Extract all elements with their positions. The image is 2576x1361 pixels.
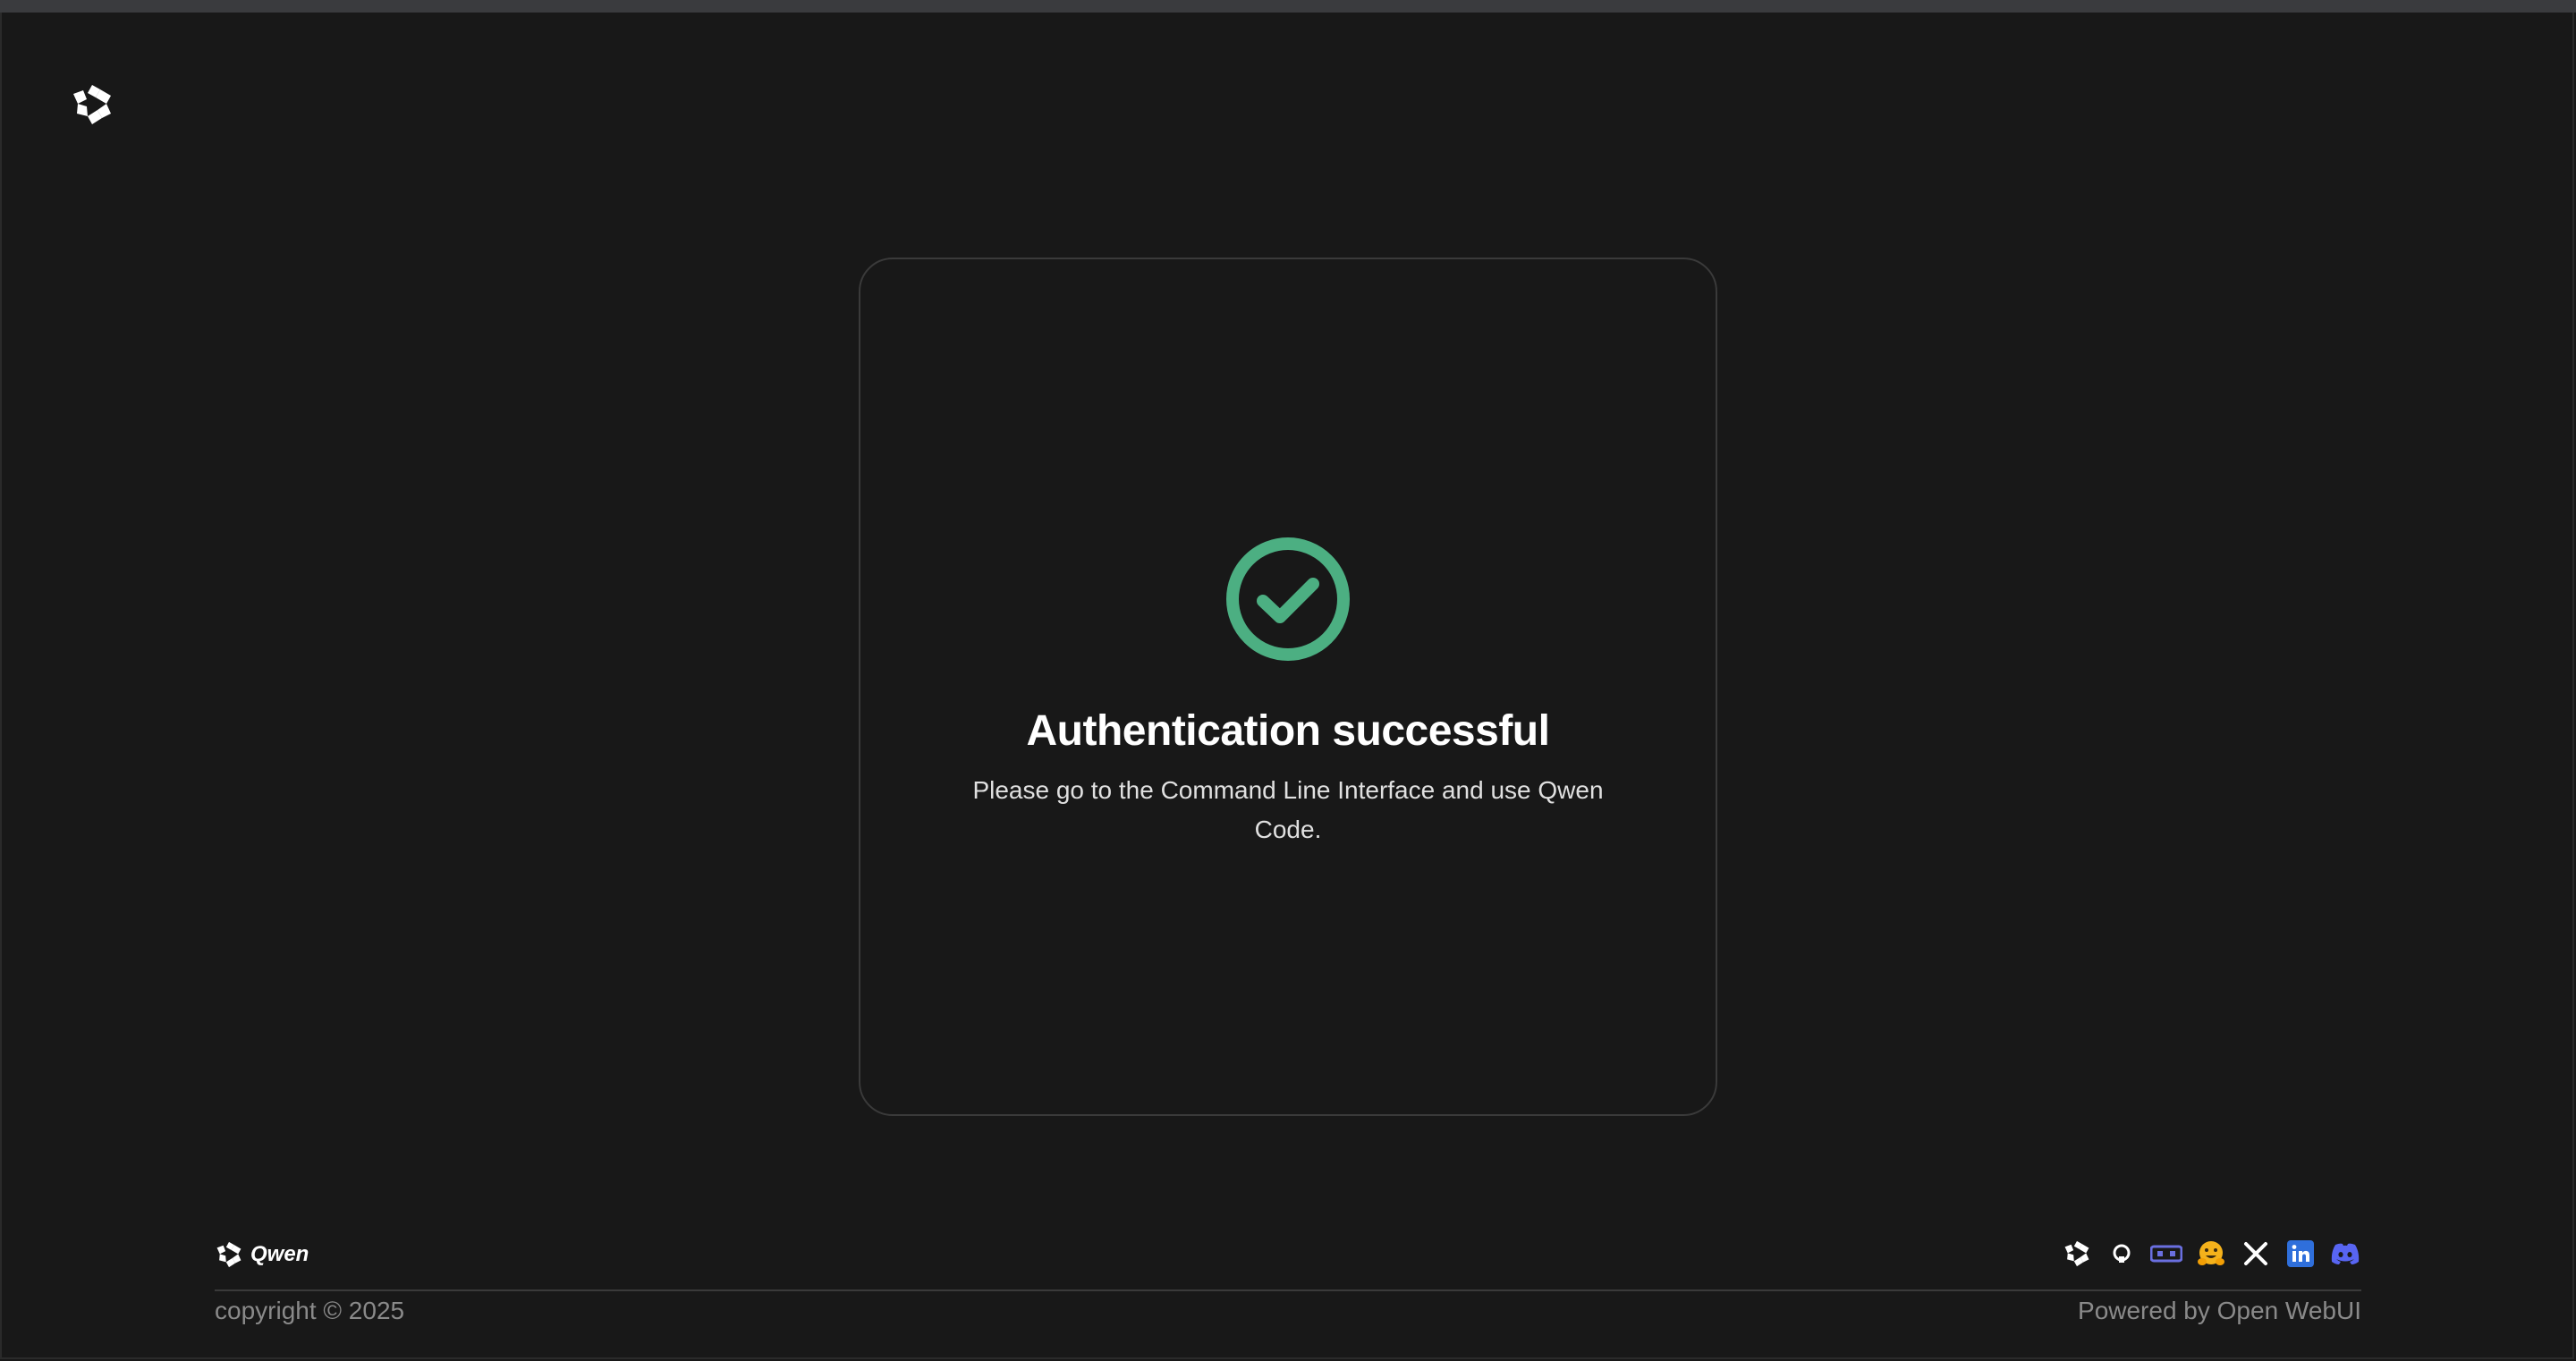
- social-links: [2061, 1238, 2361, 1270]
- footer-divider: [215, 1289, 2361, 1291]
- copyright-text: copyright © 2025: [215, 1297, 405, 1324]
- github-icon[interactable]: [2106, 1238, 2138, 1270]
- qwen-logo-icon: [216, 1241, 242, 1268]
- linkedin-icon[interactable]: [2284, 1238, 2317, 1270]
- powered-by-link[interactable]: Powered by Open WebUI: [2078, 1297, 2361, 1325]
- qwen-icon[interactable]: [2061, 1238, 2093, 1270]
- auth-title: Authentication successful: [1026, 707, 1550, 755]
- footer-brand[interactable]: Qwen: [215, 1239, 309, 1270]
- footer-brand-text: Qwen: [250, 1242, 309, 1266]
- auth-message: Please go to the Command Line Interface …: [972, 776, 1604, 843]
- qwen-logo-icon[interactable]: [70, 82, 114, 127]
- x-icon[interactable]: [2240, 1238, 2272, 1270]
- modelscope-icon[interactable]: [2150, 1238, 2182, 1270]
- auth-card: [859, 258, 1717, 1116]
- discord-icon[interactable]: [2329, 1238, 2361, 1270]
- check-circle-icon: [1226, 537, 1350, 661]
- window-top-bar: [0, 0, 2576, 13]
- huggingface-icon[interactable]: [2195, 1238, 2227, 1270]
